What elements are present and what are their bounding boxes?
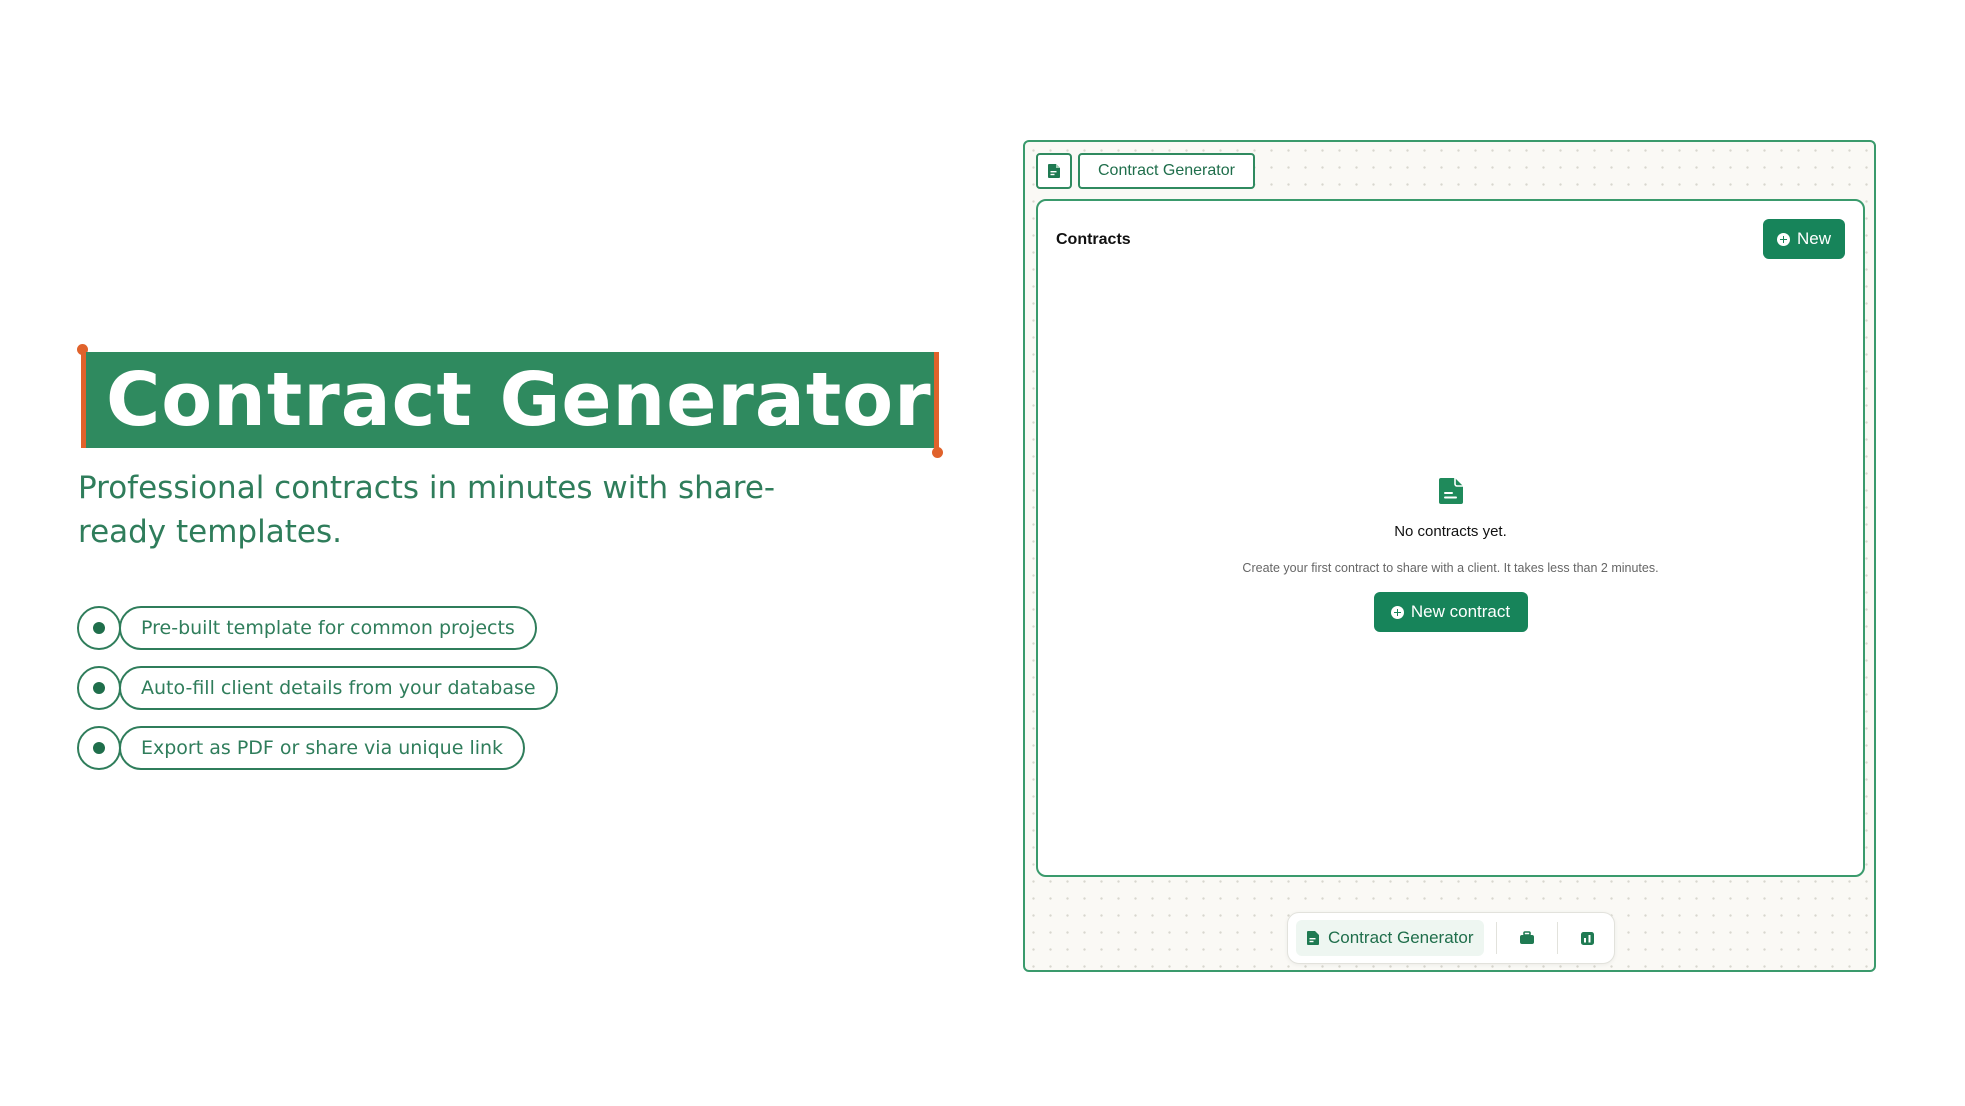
hero-subtitle: Professional contracts in minutes with s…	[78, 470, 776, 550]
new-button-label: New	[1796, 229, 1831, 248]
dock-divider	[1556, 922, 1558, 954]
feature-label: Pre-built template for common projects	[119, 606, 537, 650]
feature-label: Export as PDF or share via unique link	[119, 726, 526, 770]
dock-divider	[1495, 922, 1497, 954]
feature-item: Export as PDF or share via unique link	[77, 726, 558, 770]
document-icon	[1438, 478, 1463, 504]
feature-item: Pre-built template for common projects	[77, 606, 558, 650]
app-window: Contract Generator Contracts New No cont…	[1023, 140, 1876, 972]
new-contract-button-label: New contract	[1410, 602, 1511, 621]
empty-state: No contracts yet. Create your first cont…	[1038, 477, 1863, 632]
plus-circle-icon	[1776, 232, 1790, 246]
dock-item-label: Contract Generator	[1328, 928, 1474, 947]
plus-circle-icon	[1390, 605, 1404, 619]
tab-bar: Contract Generator	[1036, 153, 1255, 189]
tab-contract-generator[interactable]: Contract Generator	[1078, 153, 1255, 189]
bar-chart-icon[interactable]	[1570, 920, 1606, 956]
bullet-dot-icon	[77, 606, 121, 650]
empty-state-title: No contracts yet.	[1394, 523, 1507, 540]
bullet-dot-icon	[77, 726, 121, 770]
contracts-panel: Contracts New No contracts yet. Create y…	[1036, 199, 1865, 877]
new-contract-button[interactable]: New contract	[1373, 592, 1528, 632]
hero-title-banner: Contract Generator	[77, 344, 943, 458]
briefcase-icon[interactable]	[1509, 920, 1545, 956]
corner-handle-bottom-right	[932, 447, 943, 458]
hero-title: Contract Generator	[81, 352, 939, 448]
bullet-dot-icon	[77, 666, 121, 710]
feature-list: Pre-built template for common projects A…	[77, 606, 558, 786]
dock-item-contract-generator[interactable]: Contract Generator	[1296, 920, 1484, 956]
bottom-dock: Contract Generator	[1287, 912, 1615, 964]
document-icon	[1307, 931, 1319, 945]
document-icon[interactable]	[1036, 153, 1072, 189]
empty-state-description: Create your first contract to share with…	[1242, 561, 1659, 575]
feature-item: Auto-fill client details from your datab…	[77, 666, 558, 710]
feature-label: Auto-fill client details from your datab…	[119, 666, 558, 710]
panel-title: Contracts	[1056, 231, 1131, 248]
new-button[interactable]: New	[1762, 219, 1845, 259]
